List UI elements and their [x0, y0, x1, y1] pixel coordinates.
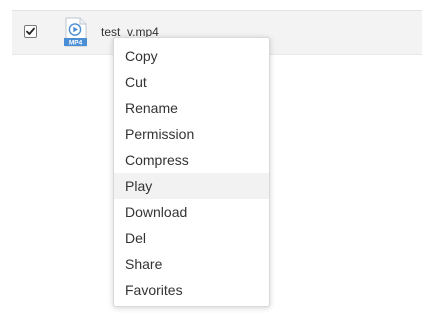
menu-item-share[interactable]: Share	[114, 251, 269, 277]
menu-item-permission[interactable]: Permission	[114, 121, 269, 147]
menu-item-rename[interactable]: Rename	[114, 95, 269, 121]
menu-item-compress[interactable]: Compress	[114, 147, 269, 173]
checkmark-icon	[26, 27, 35, 35]
menu-item-cut[interactable]: Cut	[114, 69, 269, 95]
menu-item-del[interactable]: Del	[114, 225, 269, 251]
file-select-checkbox[interactable]	[24, 25, 37, 38]
menu-item-favorites[interactable]: Favorites	[114, 277, 269, 303]
file-icon-badge: MP4	[69, 39, 83, 46]
menu-item-download[interactable]: Download	[114, 199, 269, 225]
file-manager-view: MP4 test_v.mp4 Copy Cut Rename Permissio…	[0, 0, 422, 331]
menu-item-play[interactable]: Play	[114, 173, 269, 199]
context-menu: Copy Cut Rename Permission Compress Play…	[113, 37, 270, 307]
menu-item-copy[interactable]: Copy	[114, 43, 269, 69]
mp4-video-file-icon[interactable]: MP4	[61, 17, 89, 47]
